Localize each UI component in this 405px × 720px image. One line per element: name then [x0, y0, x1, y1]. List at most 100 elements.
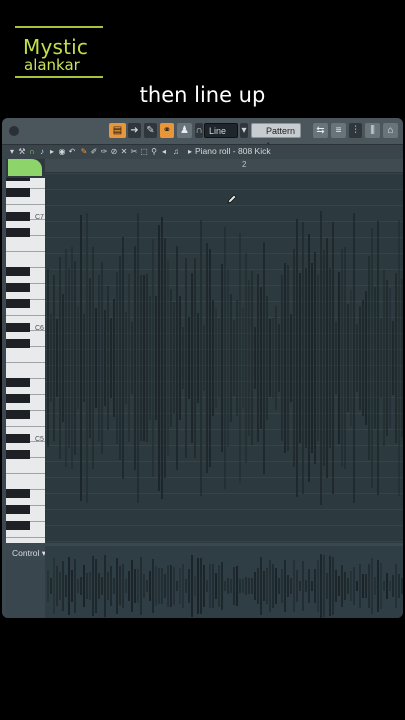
black-key[interactable]: [6, 339, 30, 348]
control-wave-bar: [308, 568, 310, 604]
control-wave-bar: [233, 567, 235, 605]
waveform-bar: [332, 222, 334, 494]
play-icon[interactable]: ▸: [48, 147, 56, 156]
paint-icon[interactable]: ✑: [100, 147, 108, 156]
window-menu-icon[interactable]: [9, 126, 19, 136]
black-key[interactable]: [6, 394, 30, 403]
waveform-bar: [353, 212, 355, 504]
waveform-bar: [209, 248, 211, 468]
black-key[interactable]: [6, 521, 30, 530]
piano-keyboard[interactable]: C7 C6 C5: [6, 178, 45, 543]
black-key[interactable]: [6, 188, 30, 197]
black-key[interactable]: [6, 283, 30, 292]
control-wave-bar: [155, 566, 157, 606]
white-key[interactable]: [6, 473, 45, 475]
control-label[interactable]: Control ▾: [12, 548, 46, 559]
piano-roll-toolbar: ▾ ⚒ ∩ ♪ ▸ ◉ ↶ ✎ ✐ ✑ ⊘ ✕ ✂ ⬚ ⚲ ◂ ♫ ▸ Pian…: [2, 144, 403, 159]
pencil-icon[interactable]: ✎: [80, 147, 88, 156]
white-key[interactable]: [6, 362, 45, 364]
delete-icon[interactable]: ⊘: [110, 147, 118, 156]
waveform-bar: [77, 306, 79, 410]
control-wave-bar: [128, 570, 130, 602]
speaker-icon[interactable]: ♫: [172, 147, 180, 156]
waveform-bar: [134, 246, 136, 470]
black-key[interactable]: [6, 228, 30, 237]
waveform-bar: [227, 268, 229, 448]
waveform-bar: [344, 246, 346, 470]
black-key[interactable]: [6, 378, 30, 387]
menu-arrow-icon[interactable]: ▾: [8, 147, 16, 156]
white-key[interactable]: [6, 314, 45, 316]
waveform-bar: [242, 308, 244, 408]
control-wave-bar: [341, 565, 343, 607]
arrow-right-small-icon[interactable]: ▸: [186, 147, 194, 156]
black-key[interactable]: [6, 323, 30, 332]
channel-logo: Mystic alankar: [15, 26, 103, 78]
waveform-bar: [155, 295, 157, 421]
waveform-bar: [113, 299, 115, 417]
wrench-icon[interactable]: ⚒: [18, 147, 26, 156]
brush-icon[interactable]: ✐: [90, 147, 98, 156]
magnet-icon[interactable]: ∩: [195, 123, 203, 138]
pattern-selector[interactable]: Pattern 1: [251, 123, 301, 151]
zoom-icon[interactable]: ⚲: [150, 147, 158, 156]
mixer-routing-icon[interactable]: ⇆: [313, 123, 328, 138]
waveform-bar: [221, 263, 223, 453]
control-wave-bar: [119, 566, 121, 606]
mute-icon[interactable]: ✕: [120, 147, 128, 156]
control-wave-bar: [263, 571, 265, 601]
white-key[interactable]: [6, 251, 45, 253]
undo-icon[interactable]: ↶: [68, 147, 76, 156]
video-caption: then line up: [139, 83, 266, 107]
event-editor[interactable]: [45, 546, 403, 618]
control-wave-bar: [209, 564, 211, 608]
mixer-icon[interactable]: ⫼: [365, 123, 380, 138]
black-key[interactable]: [6, 505, 30, 514]
black-key[interactable]: [6, 178, 30, 181]
corner-tab[interactable]: [8, 159, 42, 176]
waveform-bar: [167, 261, 169, 455]
playback-icon[interactable]: ◂: [160, 147, 168, 156]
control-wave-bar: [314, 569, 316, 603]
waveform-bar: [200, 220, 202, 496]
select-icon[interactable]: ⬚: [140, 147, 148, 156]
white-key[interactable]: [6, 203, 45, 205]
stamp-icon[interactable]: ♟: [177, 123, 192, 138]
black-key[interactable]: [6, 450, 30, 459]
record-icon[interactable]: ◉: [58, 147, 66, 156]
control-wave-bar: [80, 577, 82, 595]
channel-rack-icon[interactable]: ⫶: [349, 123, 362, 138]
waveform-bar: [119, 255, 121, 461]
black-key[interactable]: [6, 410, 30, 419]
black-key[interactable]: [6, 299, 30, 308]
snap-menu-icon[interactable]: ▾: [240, 123, 248, 138]
black-key[interactable]: [6, 267, 30, 276]
snap-select[interactable]: Line: [204, 123, 238, 138]
draw-tool-icon[interactable]: ✎: [144, 123, 157, 138]
arrow-right-icon[interactable]: ➜: [128, 123, 141, 138]
waveform-bar: [389, 288, 391, 428]
playlist-icon[interactable]: ≡: [331, 123, 346, 138]
note-icon[interactable]: ♪: [38, 147, 46, 156]
waveform-bar: [224, 226, 226, 490]
slice-icon[interactable]: ✂: [130, 147, 138, 156]
control-wave-bar: [380, 563, 382, 609]
browser-icon[interactable]: ⌂: [383, 123, 398, 138]
white-key[interactable]: [6, 536, 45, 538]
black-key[interactable]: [6, 489, 30, 498]
waveform-bar: [335, 321, 337, 395]
waveform-bar: [302, 221, 304, 495]
link-icon[interactable]: ⚭: [160, 123, 174, 138]
black-key[interactable]: [6, 212, 30, 221]
black-key[interactable]: [6, 434, 30, 443]
control-wave-bar: [254, 572, 256, 600]
magnet-snap-icon[interactable]: ∩: [28, 147, 36, 156]
white-key[interactable]: [6, 425, 45, 427]
control-wave-bar: [83, 564, 85, 608]
waveform-bar: [323, 249, 325, 467]
note-grid[interactable]: [45, 173, 403, 543]
waveform-bar: [215, 307, 217, 409]
waveform-bar: [377, 220, 379, 496]
piano-roll-icon[interactable]: ▤: [109, 123, 126, 138]
time-ruler[interactable]: 2: [45, 159, 403, 173]
